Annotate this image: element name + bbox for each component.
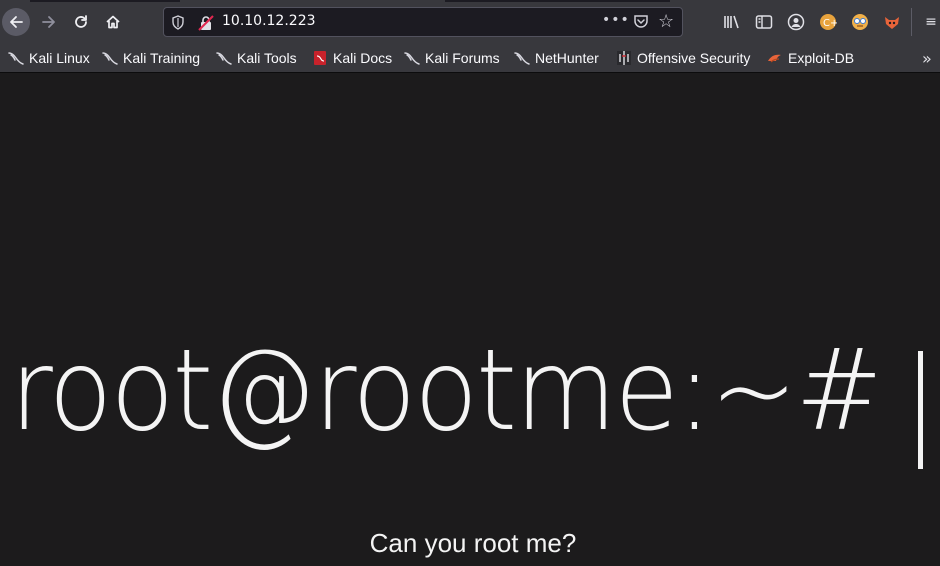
page-heading: root@rootme:~# <box>10 326 883 456</box>
browser-toolbar: 10.10.12.223 ••• ☆ C+ ≡ <box>0 0 940 44</box>
bookmark-label: Offensive Security <box>637 50 751 66</box>
bookmarks-toolbar: Kali Linux Kali Training Kali Tools Kali… <box>0 44 940 73</box>
text-cursor <box>918 351 923 469</box>
kali-dragon-icon <box>8 52 24 65</box>
address-bar[interactable]: 10.10.12.223 ••• ☆ <box>163 7 683 37</box>
offsec-icon <box>617 51 631 65</box>
library-icon[interactable] <box>722 11 742 33</box>
bookmark-star-icon[interactable]: ☆ <box>658 11 674 32</box>
bookmark-kali-docs[interactable]: Kali Docs <box>312 48 392 68</box>
toolbar-separator <box>911 8 912 36</box>
sidebar-icon[interactable] <box>754 11 774 33</box>
bookmark-kali-forums[interactable]: Kali Forums <box>404 48 500 68</box>
tracking-protection-icon[interactable] <box>171 15 185 30</box>
home-button[interactable] <box>99 8 127 36</box>
account-icon[interactable] <box>786 11 806 33</box>
home-icon <box>106 15 120 29</box>
tab-strip-edge <box>30 0 180 2</box>
kali-docs-icon <box>314 51 326 65</box>
arrow-left-icon <box>10 16 23 28</box>
kali-dragon-icon <box>514 52 530 65</box>
arrow-right-icon <box>42 16 55 28</box>
bookmarks-overflow-button[interactable]: » <box>922 49 932 68</box>
bookmark-label: Kali Docs <box>333 50 393 66</box>
url-text[interactable]: 10.10.12.223 <box>222 13 316 29</box>
wappalyzer-extension-icon[interactable] <box>850 11 870 33</box>
forward-button[interactable] <box>35 8 63 36</box>
bookmark-label: Kali Training <box>123 50 201 66</box>
page-content: root@rootme:~# Can you root me? <box>0 73 940 566</box>
bookmark-nethunter[interactable]: NetHunter <box>514 48 599 68</box>
bookmark-label: Kali Linux <box>29 50 90 66</box>
pocket-icon[interactable] <box>632 13 650 31</box>
bookmark-kali-training[interactable]: Kali Training <box>102 48 200 68</box>
tab-strip-edge <box>445 0 670 2</box>
reload-icon <box>75 15 87 28</box>
page-subtitle: Can you root me? <box>369 528 577 558</box>
foxyproxy-extension-icon[interactable] <box>882 11 902 33</box>
bookmark-label: NetHunter <box>535 50 599 66</box>
back-button[interactable] <box>2 8 30 36</box>
insecure-lock-icon[interactable] <box>198 15 214 31</box>
bookmark-kali-linux[interactable]: Kali Linux <box>8 48 90 68</box>
bookmark-label: Kali Forums <box>425 50 500 66</box>
bookmark-kali-tools[interactable]: Kali Tools <box>216 48 297 68</box>
bookmark-offensive-security[interactable]: Offensive Security <box>616 48 750 68</box>
kali-dragon-icon <box>404 52 420 65</box>
svg-text:C+: C+ <box>823 18 837 29</box>
kali-dragon-icon <box>102 52 118 65</box>
kali-dragon-icon <box>216 52 232 65</box>
exploit-db-icon <box>768 54 781 63</box>
reload-button[interactable] <box>67 8 95 36</box>
hamburger-menu-icon[interactable]: ≡ <box>922 11 940 33</box>
page-actions-button[interactable]: ••• <box>602 12 630 28</box>
bookmark-label: Exploit-DB <box>788 50 855 66</box>
bookmark-exploit-db[interactable]: Exploit-DB <box>767 48 854 68</box>
bookmark-label: Kali Tools <box>237 50 297 66</box>
cookie-editor-extension-icon[interactable]: C+ <box>818 11 838 33</box>
